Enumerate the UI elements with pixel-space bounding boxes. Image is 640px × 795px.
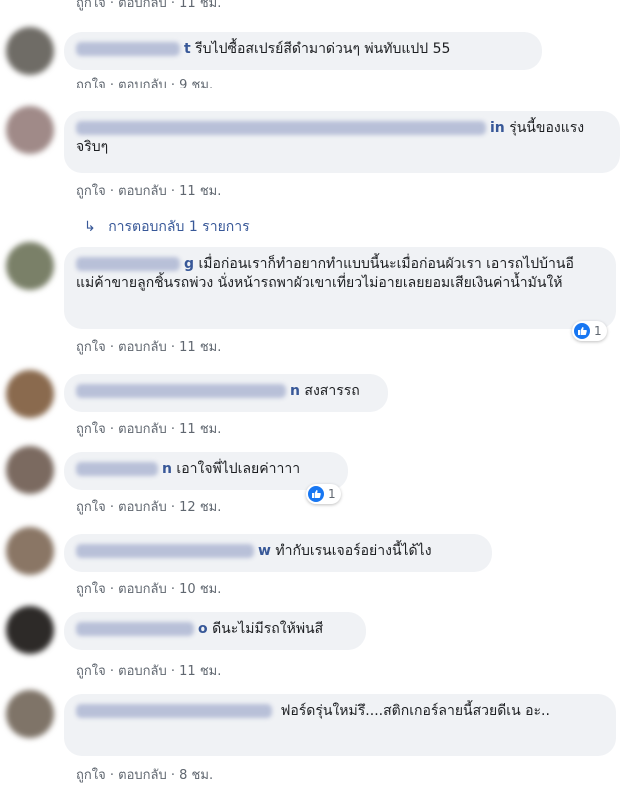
- reply-link[interactable]: ตอบกลับ: [118, 0, 167, 11]
- comment-meta: ถูกใจ · ตอบกลับ · 11 ชม.: [76, 664, 222, 679]
- comment-bubble: o ดีนะไม่มีรถให้พ่นสี: [64, 612, 366, 650]
- comment-meta-top: ถูกใจ · ตอบกลับ · 11 ชม.: [76, 0, 221, 13]
- reaction-count[interactable]: 1: [306, 484, 341, 504]
- comment-meta: ถูกใจ · ตอบกลับ · 9 ชม.: [76, 74, 213, 88]
- reaction-count-value: 1: [594, 324, 602, 338]
- reply-link[interactable]: ตอบกลับ: [118, 422, 167, 437]
- commenter-name-blurred[interactable]: [76, 257, 180, 271]
- comment-time[interactable]: 11 ชม.: [179, 664, 221, 679]
- comment-meta: ถูกใจ · ตอบกลับ · 12 ชม.: [76, 500, 222, 515]
- comment-time[interactable]: 11 ชม.: [179, 0, 221, 11]
- commenter-name-blurred[interactable]: [76, 462, 158, 476]
- commenter-name-blurred[interactable]: [76, 384, 286, 398]
- reply-link[interactable]: ตอบกลับ: [118, 78, 167, 88]
- like-link[interactable]: ถูกใจ: [76, 0, 106, 11]
- avatar[interactable]: [6, 242, 54, 290]
- comment-bubble: n เอาใจพี่ไปเลยค่าาาา: [64, 452, 348, 490]
- avatar[interactable]: [6, 446, 54, 494]
- comment-text: ทำกับเรนเจอร์อย่างนี้ได้ไง: [275, 543, 432, 559]
- like-link[interactable]: ถูกใจ: [76, 340, 106, 355]
- comment-text: สงสารรถ: [304, 383, 360, 399]
- comment-meta: ถูกใจ · ตอบกลับ · 11 ชม.: [76, 422, 222, 437]
- commenter-name-blurred[interactable]: [76, 704, 272, 718]
- comment-bubble: ฟอร์ดรุ่นใหม่รึ....สติกเกอร์ลายนี้สวยดีเ…: [64, 694, 616, 756]
- comment-meta: ถูกใจ · ตอบกลับ · 11 ชม.: [76, 184, 222, 199]
- commenter-name[interactable]: g: [184, 256, 194, 272]
- avatar[interactable]: [6, 527, 54, 575]
- comment-text: รีบไปซื้อสเปรย์สีดำมาด่วนๆ พ่นทับแปป 55: [195, 41, 451, 57]
- reply-arrow-icon: ↳: [84, 219, 96, 235]
- comment-time[interactable]: 11 ชม.: [179, 184, 221, 199]
- commenter-name[interactable]: t: [184, 41, 191, 57]
- comment-meta: ถูกใจ · ตอบกลับ · 8 ชม.: [76, 768, 214, 783]
- reply-link[interactable]: ตอบกลับ: [118, 184, 167, 199]
- commenter-name-blurred[interactable]: [76, 121, 486, 135]
- like-link[interactable]: ถูกใจ: [76, 78, 106, 88]
- comment-time[interactable]: 11 ชม.: [179, 340, 221, 355]
- reaction-count-value: 1: [328, 487, 336, 501]
- comment-bubble: w ทำกับเรนเจอร์อย่างนี้ได้ไง: [64, 534, 492, 572]
- comment-time[interactable]: 10 ชม.: [179, 582, 221, 597]
- avatar[interactable]: [6, 690, 54, 738]
- commenter-name-blurred[interactable]: [76, 622, 194, 636]
- reaction-count[interactable]: 1: [572, 321, 607, 341]
- commenter-name[interactable]: in: [490, 120, 505, 136]
- comment-bubble: n สงสารรถ: [64, 374, 388, 412]
- commenter-name-blurred[interactable]: [76, 544, 254, 558]
- reply-link[interactable]: ตอบกลับ: [118, 664, 167, 679]
- avatar[interactable]: [6, 106, 54, 154]
- like-reaction-icon: [308, 486, 324, 502]
- view-replies-link[interactable]: ↳ การตอบกลับ 1 รายการ: [84, 216, 250, 238]
- comment-time[interactable]: 8 ชม.: [179, 768, 213, 783]
- avatar[interactable]: [6, 27, 54, 75]
- comment-meta: ถูกใจ · ตอบกลับ · 11 ชม.: [76, 340, 222, 355]
- commenter-name[interactable]: w: [258, 543, 271, 559]
- avatar[interactable]: [6, 606, 54, 654]
- reply-link[interactable]: ตอบกลับ: [118, 500, 167, 515]
- reply-link[interactable]: ตอบกลับ: [118, 340, 167, 355]
- like-link[interactable]: ถูกใจ: [76, 664, 106, 679]
- commenter-name[interactable]: o: [198, 621, 208, 637]
- reply-link[interactable]: ตอบกลับ: [118, 768, 167, 783]
- like-link[interactable]: ถูกใจ: [76, 582, 106, 597]
- reply-link[interactable]: ตอบกลับ: [118, 582, 167, 597]
- comment-bubble: t รีบไปซื้อสเปรย์สีดำมาด่วนๆ พ่นทับแปป 5…: [64, 32, 542, 70]
- replies-count-label: การตอบกลับ 1 รายการ: [108, 219, 250, 235]
- comment-text: ฟอร์ดรุ่นใหม่รึ....สติกเกอร์ลายนี้สวยดีเ…: [280, 703, 550, 719]
- commenter-name[interactable]: n: [290, 383, 300, 399]
- comment-time[interactable]: 12 ชม.: [179, 500, 221, 515]
- commenter-name[interactable]: n: [162, 461, 172, 477]
- comment-time[interactable]: 9 ชม.: [179, 78, 213, 88]
- like-link[interactable]: ถูกใจ: [76, 768, 106, 783]
- comment-text: เอาใจพี่ไปเลยค่าาาา: [176, 461, 301, 477]
- avatar[interactable]: [6, 370, 54, 418]
- like-link[interactable]: ถูกใจ: [76, 422, 106, 437]
- comment-meta: ถูกใจ · ตอบกลับ · 10 ชม.: [76, 582, 222, 597]
- comment-bubble: g เมื่อก่อนเราก็ทำอยากทำแบบนี้นะเมื่อก่อ…: [64, 247, 616, 329]
- comment-bubble: in รุ่นนี้ของแรง จริบๆ: [64, 111, 620, 173]
- like-link[interactable]: ถูกใจ: [76, 184, 106, 199]
- like-reaction-icon: [574, 323, 590, 339]
- commenter-name-blurred[interactable]: [76, 42, 180, 56]
- comment-text: ดีนะไม่มีรถให้พ่นสี: [212, 621, 324, 637]
- comment-time[interactable]: 11 ชม.: [179, 422, 221, 437]
- like-link[interactable]: ถูกใจ: [76, 500, 106, 515]
